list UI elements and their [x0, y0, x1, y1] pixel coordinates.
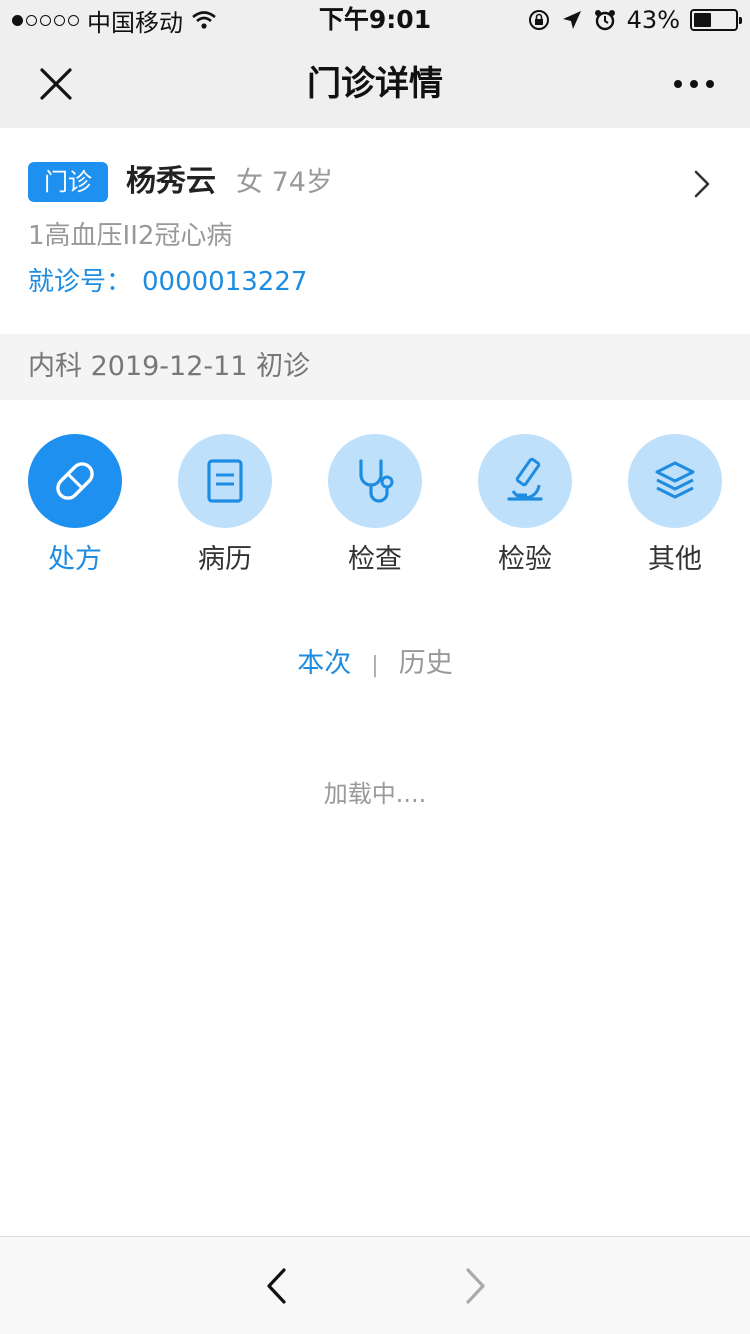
category-label: 病历: [198, 544, 252, 575]
page-title: 门诊详情: [307, 64, 443, 104]
microscope-icon: [478, 434, 572, 528]
pill-icon: [28, 434, 122, 528]
category-medical-record[interactable]: 病历: [160, 434, 290, 578]
patient-card[interactable]: 门诊 杨秀云 女 74岁 1高血压II2冠心病 就诊号： 0000013227: [0, 128, 750, 334]
visit-number: 就诊号： 0000013227: [28, 262, 307, 302]
battery-icon: [690, 9, 742, 31]
category-examination[interactable]: 检查: [310, 434, 440, 578]
document-icon: [178, 434, 272, 528]
rotation-lock-icon: [528, 10, 549, 30]
category-label: 处方: [48, 544, 102, 575]
category-other[interactable]: 其他: [610, 434, 740, 578]
tab-separator: |: [371, 653, 379, 678]
category-lab-test[interactable]: 检验: [460, 434, 590, 578]
category-label: 检查: [348, 544, 402, 575]
loading-text: 加载中....: [323, 780, 427, 808]
chevron-right-icon[interactable]: [690, 168, 714, 200]
visit-number-value: 0000013227: [142, 267, 308, 297]
tab-history[interactable]: 历史: [399, 642, 453, 686]
battery-percent: 43%: [626, 6, 680, 34]
category-label: 其他: [648, 544, 702, 575]
record-tabs: 本次 | 历史: [0, 642, 750, 686]
visit-number-label: 就诊号：: [28, 267, 133, 297]
location-arrow-icon: [562, 11, 581, 29]
layers-icon: [628, 434, 722, 528]
patient-gender-age: 女 74岁: [236, 167, 333, 198]
more-options-icon[interactable]: [674, 66, 714, 102]
forward-arrow-icon[interactable]: [460, 1267, 490, 1305]
category-prescription[interactable]: 处方: [10, 434, 140, 578]
visit-type-badge: 门诊: [28, 162, 108, 202]
visit-info-text: 内科 2019-12-11 初诊: [28, 351, 311, 382]
status-bar: 中国移动 下午9:01 43%: [0, 0, 750, 40]
alarm-icon: [594, 10, 615, 31]
category-label: 检验: [498, 544, 552, 575]
patient-name: 杨秀云: [126, 164, 216, 199]
tab-current[interactable]: 本次: [297, 642, 351, 686]
category-menu: 处方 病历 检查 检验 其他: [0, 434, 750, 584]
diagnosis-text: 1高血压II2冠心病: [28, 221, 233, 251]
bottom-toolbar: [0, 1236, 750, 1334]
back-arrow-icon[interactable]: [262, 1267, 292, 1305]
status-right: 43%: [527, 4, 742, 36]
visit-info-header: 内科 2019-12-11 初诊: [0, 334, 750, 400]
nav-bar: 门诊详情: [0, 40, 750, 128]
stethoscope-icon: [328, 434, 422, 528]
